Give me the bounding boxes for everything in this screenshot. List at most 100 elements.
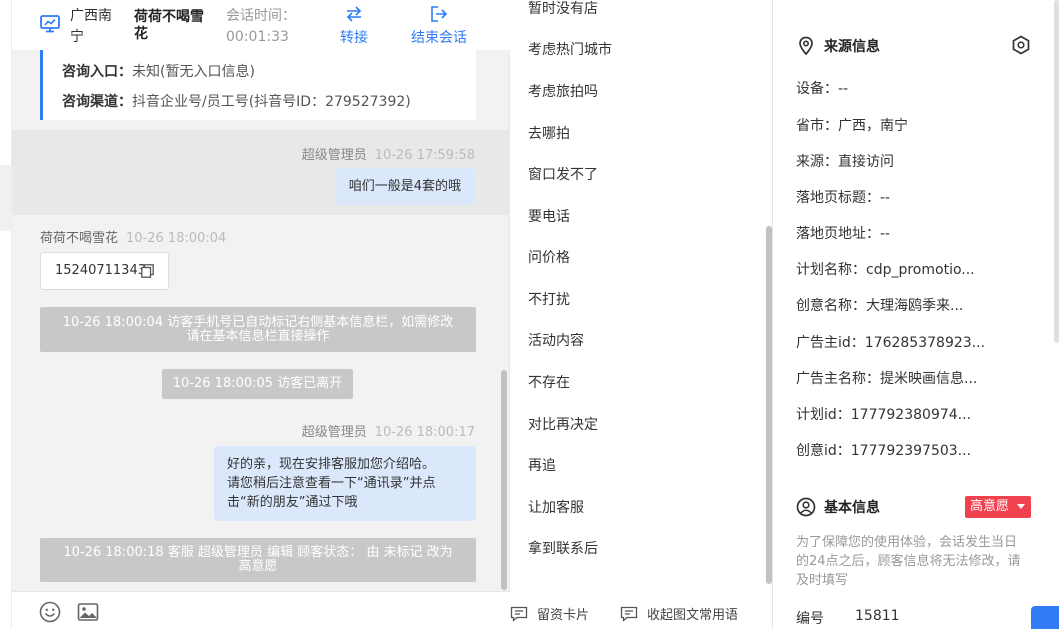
quick-reply-item[interactable]: 暂时没有店 <box>528 0 598 18</box>
session-time: 00:01:33 <box>226 29 289 45</box>
chat-panel: 广西南宁 荷荷不喝雪花 会话时间： 00:01:33 转接 结束会话 咨询入口：… <box>12 0 510 629</box>
quick-reply-item[interactable]: 窗口发不了 <box>528 164 598 184</box>
exit-icon <box>431 6 448 22</box>
creative-id-field: 创意id：177792397503... <box>796 443 972 459</box>
info-card-button[interactable]: 留资卡片 <box>510 604 589 623</box>
device-field: 设备：-- <box>796 81 849 97</box>
visitor-name: 荷荷不喝雪花 <box>134 9 204 42</box>
agent-message-bubble: 咱们一般是4套的哦 <box>334 168 475 205</box>
system-message-line: 10-26 18:00:18 客服 超级管理员 编辑 顾客状态： 由 未标记 改… <box>63 545 453 560</box>
quick-reply-item[interactable]: 不打扰 <box>528 289 570 309</box>
quick-replies-panel: 暂时没有店 考虑热门城市 考虑旅拍吗 去哪拍 窗口发不了 要电话 问价格 不打扰… <box>510 0 773 629</box>
basic-info-header: 基本信息 <box>796 497 880 517</box>
quick-reply-item[interactable]: 让加客服 <box>528 497 584 517</box>
message-sender: 荷荷不喝雪花 10-26 18:00:04 <box>40 227 226 246</box>
chat-scrollbar[interactable] <box>501 370 507 590</box>
system-message-line: 请在基本信息栏直接操作 <box>186 329 330 344</box>
end-session-label: 结束会话 <box>411 30 467 46</box>
session-time-label: 会话时间： <box>226 8 296 24</box>
agent-message-line: 击“新的朋友”通过下哦 <box>227 495 358 510</box>
transfer-button[interactable]: 转接 <box>340 3 368 47</box>
quick-reply-item[interactable]: 去哪拍 <box>528 123 570 143</box>
sender-name: 荷荷不喝雪花 <box>40 231 119 246</box>
quick-reply-item[interactable]: 考虑旅拍吗 <box>528 81 598 101</box>
left-edge-strip <box>0 0 12 629</box>
quick-reply-item[interactable]: 考虑热门城市 <box>528 39 612 59</box>
system-message: 10-26 18:00:04 访客手机号已自动标记右侧基本信息栏，如需修改 请在… <box>40 307 476 352</box>
creative-name-field: 创意名称：大理海鸥季来... <box>796 298 964 314</box>
info-panel-scrollbar[interactable] <box>1054 0 1059 343</box>
image-icon[interactable] <box>77 601 99 623</box>
system-message: 10-26 18:00:18 客服 超级管理员 编辑 顾客状态： 由 未标记 改… <box>40 538 476 582</box>
agent-message-bubble: 好的亲，现在安排客服加您介绍哈。 请您稍后注意查看一下“通讯录”并点 击“新的朋… <box>214 446 476 521</box>
edit-notice-line: 及时填写 <box>796 573 849 588</box>
sender-name: 超级管理员 <box>301 148 367 163</box>
source-info-title: 来源信息 <box>824 39 880 55</box>
visitor-message-bubble: 15240711343 <box>40 252 169 290</box>
quick-reply-item[interactable]: 再追 <box>528 455 556 475</box>
chat-input-toolbar <box>12 591 510 629</box>
province-field: 省市：广西，南宁 <box>796 118 908 134</box>
quick-replies-footer: 留资卡片 收起图文常用语 <box>510 598 773 629</box>
transfer-icon <box>346 6 362 22</box>
end-session-button[interactable]: 结束会话 <box>411 3 467 47</box>
consult-entry-label: 咨询入口： <box>62 64 132 80</box>
edit-notice-line: 的24点之后，顾客信息将无法修改，请 <box>796 554 1021 569</box>
number-label: 编号 <box>796 611 824 627</box>
quick-reply-item[interactable]: 拿到联系后 <box>528 538 598 558</box>
consult-info-card: 咨询入口：未知(暂无入口信息) 咨询渠道：抖音企业号/员工号(抖音号ID：279… <box>40 50 476 120</box>
floating-action-button[interactable] <box>1031 606 1059 629</box>
landing-url-field: 落地页地址：-- <box>796 226 891 242</box>
system-message-line: 高意愿 <box>238 559 278 574</box>
left-edge-highlight <box>0 165 11 231</box>
consult-channel-value: 抖音企业号/员工号(抖音号ID：279527392) <box>132 94 411 110</box>
consult-entry-value: 未知(暂无入口信息) <box>132 64 255 80</box>
visitor-location: 广西南宁 <box>70 8 112 45</box>
collapse-phrases-button[interactable]: 收起图文常用语 <box>620 604 738 623</box>
edit-notice-line: 为了保障您的使用体验，会话发生当日 <box>796 535 1018 550</box>
quick-replies-scrollbar[interactable] <box>766 226 772 584</box>
agent-message-line: 好的亲，现在安排客服加您介绍哈。 <box>227 457 436 472</box>
intent-status-dropdown[interactable]: 高意愿 <box>965 496 1031 518</box>
quick-reply-item[interactable]: 问价格 <box>528 247 570 267</box>
location-pin-icon <box>799 36 813 56</box>
message-sender: 超级管理员 10-26 18:00:17 <box>302 421 475 440</box>
agent-message-line: 请您稍后注意查看一下“通讯录”并点 <box>227 476 436 491</box>
monitor-icon <box>40 15 60 33</box>
basic-info-title: 基本信息 <box>824 500 880 516</box>
intent-status-label: 高意愿 <box>970 499 1010 514</box>
consult-channel-row: 咨询渠道：抖音企业号/员工号(抖音号ID：279527392) <box>62 91 411 111</box>
message-time: 10-26 18:00:17 <box>374 425 475 440</box>
plan-id-field: 计划id：177792380974... <box>796 407 972 423</box>
visitor-phone-text: 15240711343 <box>55 263 146 278</box>
message-time: 10-26 17:59:58 <box>374 148 475 163</box>
emoji-icon[interactable] <box>39 601 61 623</box>
user-circle-icon <box>796 497 816 517</box>
copy-icon[interactable] <box>141 264 154 278</box>
quick-reply-item[interactable]: 不存在 <box>528 372 570 392</box>
advertiser-name-field: 广告主名称：提米映画信息... <box>796 371 978 387</box>
message-time: 10-26 18:00:04 <box>126 231 227 246</box>
source-info-header: 来源信息 <box>796 36 880 56</box>
system-message-line: 10-26 18:00:04 访客手机号已自动标记右侧基本信息栏，如需修改 <box>62 315 454 330</box>
quick-reply-item[interactable]: 要电话 <box>528 206 570 226</box>
landing-title-field: 落地页标题：-- <box>796 190 891 206</box>
visitor-info-panel: 来源信息 设备：-- 省市：广西，南宁 来源：直接访问 落地页标题：-- 落地页… <box>774 0 1059 629</box>
message-sender: 超级管理员 10-26 17:59:58 <box>302 144 475 163</box>
origin-field: 来源：直接访问 <box>796 154 894 170</box>
settings-hexagon-icon[interactable] <box>1011 35 1031 55</box>
consult-channel-label: 咨询渠道： <box>62 94 132 110</box>
message-card-icon <box>510 606 528 622</box>
number-value: 15811 <box>855 608 900 624</box>
message-card-icon <box>620 606 638 622</box>
transfer-label: 转接 <box>340 30 368 46</box>
edit-notice: 为了保障您的使用体验，会话发生当日 的24点之后，顾客信息将无法修改，请 及时填… <box>796 533 1032 590</box>
advertiser-id-field: 广告主id：176285378923... <box>796 335 986 351</box>
info-card-label: 留资卡片 <box>537 608 590 623</box>
quick-reply-item[interactable]: 活动内容 <box>528 330 584 350</box>
sender-name: 超级管理员 <box>301 425 367 440</box>
collapse-phrases-label: 收起图文常用语 <box>647 608 739 623</box>
quick-reply-item[interactable]: 对比再决定 <box>528 414 598 434</box>
caret-down-icon <box>1017 504 1025 509</box>
consult-entry-row: 咨询入口：未知(暂无入口信息) <box>62 61 255 81</box>
